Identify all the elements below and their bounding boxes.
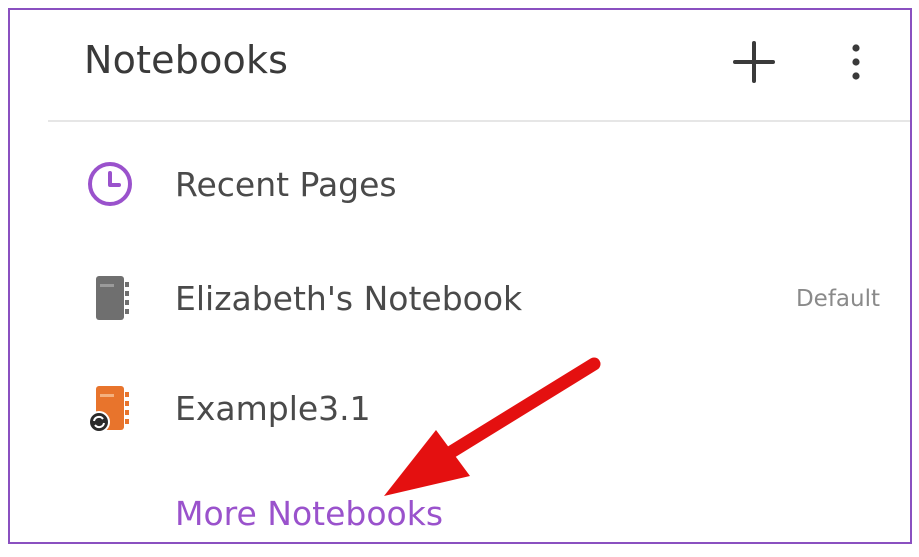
add-notebook-button[interactable] [728,36,780,88]
more-options-button[interactable] [838,36,874,88]
clock-icon [82,156,138,212]
notebook-label: Example3.1 [175,389,371,428]
notebooks-panel: Notebooks Recent Pages Elizabeth's Noteb… [8,8,912,544]
header-divider [48,120,910,122]
recent-pages-item[interactable]: Recent Pages [10,144,910,224]
more-vertical-icon [852,44,860,80]
default-badge: Default [795,286,880,312]
panel-title: Notebooks [84,38,289,82]
notebook-item-example[interactable]: Example3.1 [10,368,910,448]
plus-icon [733,41,775,83]
panel-header: Notebooks [10,10,910,120]
notebook-sync-icon [82,380,138,436]
notebook-icon [82,270,138,326]
more-notebooks-link[interactable]: More Notebooks [175,494,443,533]
notebook-label: Elizabeth's Notebook [175,279,523,318]
recent-pages-label: Recent Pages [175,165,397,204]
notebook-item-elizabeth[interactable]: Elizabeth's Notebook Default [10,258,910,338]
